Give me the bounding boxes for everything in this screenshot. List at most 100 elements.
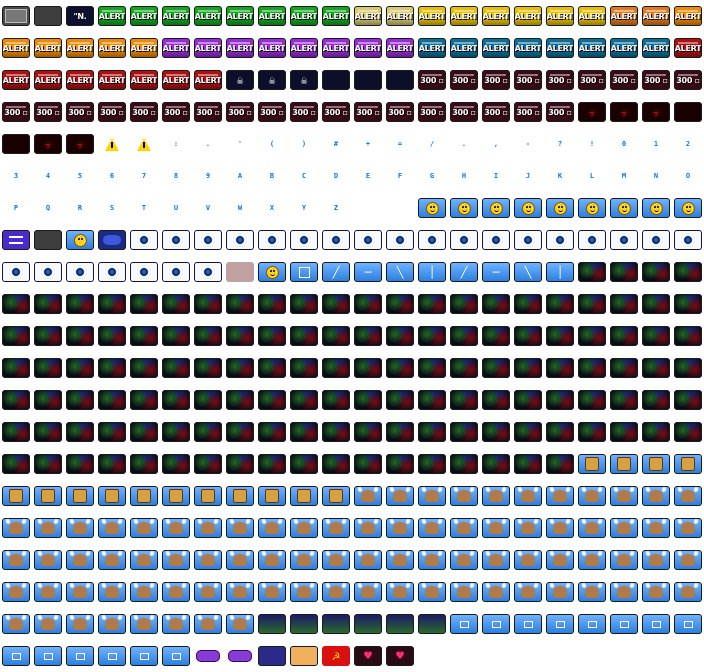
- dot-icon: [515, 615, 541, 633]
- viking-tile: [418, 582, 446, 602]
- dot-icon: [163, 647, 189, 665]
- alert-sprite: ALERT: [546, 6, 574, 26]
- static-tile: [674, 326, 702, 346]
- viking-icon: [3, 519, 29, 537]
- dark-tile: [322, 70, 350, 90]
- smiley-tile: [610, 198, 638, 218]
- highlight-stripe: [102, 106, 122, 108]
- biohazard-icon: ☣: [588, 105, 596, 119]
- direction-icon: │: [428, 265, 436, 279]
- viking-icon: [3, 615, 29, 633]
- eye-icon: [611, 231, 637, 249]
- font-glyph: 6: [109, 172, 115, 180]
- highlight-stripe: [550, 74, 570, 76]
- alert-sprite: ALERT: [2, 70, 30, 90]
- viking-tile: [226, 518, 254, 538]
- eye-icon: [483, 231, 509, 249]
- static-tile: [226, 358, 254, 378]
- alert-sprite: ALERT: [130, 6, 158, 26]
- static-tile: [546, 422, 574, 442]
- static-tile: [226, 294, 254, 314]
- alert-sprite: ALERT: [322, 38, 350, 58]
- surprised-icon: [67, 231, 93, 249]
- heart-tile: ♥: [386, 646, 414, 666]
- direction-icon: ╲: [396, 265, 404, 279]
- counter-sprite: 300 ▫: [546, 102, 574, 122]
- direction-tile: ╱: [450, 262, 478, 282]
- button-tile: [66, 646, 94, 666]
- viking-icon: [163, 519, 189, 537]
- viking-icon: [387, 551, 413, 569]
- viking-icon: [99, 551, 125, 569]
- laugh-icon: [259, 263, 285, 281]
- highlight-stripe: [486, 106, 506, 108]
- static-tile: [450, 358, 478, 378]
- static-tile: [514, 294, 542, 314]
- viking-tile: [642, 582, 670, 602]
- alert-sprite: ALERT: [450, 38, 478, 58]
- menu-tile: [2, 230, 30, 250]
- static-tile: [322, 454, 350, 474]
- eye-tile: [2, 262, 30, 282]
- direction-tile: ─: [354, 262, 382, 282]
- highlight-stripe: [262, 42, 282, 44]
- static-tile: [610, 326, 638, 346]
- button-tile: [546, 614, 574, 634]
- alert-sprite: ALERT: [514, 6, 542, 26]
- font-glyph: 3: [13, 172, 19, 180]
- viking-icon: [515, 551, 541, 569]
- counter-sprite: 300 ▫: [354, 102, 382, 122]
- viking-tile: [34, 550, 62, 570]
- highlight-stripe: [262, 106, 282, 108]
- smiley-icon: [675, 199, 701, 217]
- highlight-stripe: [422, 106, 442, 108]
- counter-sprite: 300 ▫: [2, 102, 30, 122]
- viking-icon: [611, 583, 637, 601]
- static-tile: [514, 358, 542, 378]
- alert-sprite: ALERT: [450, 6, 478, 26]
- static-tile: [290, 454, 318, 474]
- robot-tile: [130, 486, 158, 506]
- counter-sprite: 300 ▫: [642, 70, 670, 90]
- viking-icon: [355, 487, 381, 505]
- direction-tile: │: [546, 262, 574, 282]
- smiley-icon: [547, 199, 573, 217]
- counter-sprite: 300 ▫: [514, 70, 542, 90]
- static-tile: [514, 326, 542, 346]
- viking-icon: [483, 519, 509, 537]
- night-tile: [322, 614, 350, 634]
- font-glyph: M: [621, 172, 627, 180]
- viking-icon: [67, 519, 93, 537]
- viking-icon: [483, 487, 509, 505]
- static-tile: [226, 326, 254, 346]
- viking-tile: [258, 550, 286, 570]
- smiley-icon: [419, 199, 445, 217]
- direction-icon: ─: [492, 265, 500, 279]
- static-tile: [386, 294, 414, 314]
- smiley-tile: [546, 198, 574, 218]
- viking-tile: [226, 582, 254, 602]
- capsule-icon: [226, 646, 254, 666]
- static-tile: [482, 422, 510, 442]
- viking-tile: [578, 518, 606, 538]
- static-tile: [482, 390, 510, 410]
- viking-icon: [227, 519, 253, 537]
- static-tile: [258, 422, 286, 442]
- font-glyph: G: [429, 172, 435, 180]
- dot-icon: [579, 615, 605, 633]
- viking-icon: [291, 551, 317, 569]
- night-tile: [258, 614, 286, 634]
- surprised-tile: [66, 230, 94, 250]
- viking-icon: [195, 583, 221, 601]
- eye-icon: [131, 263, 157, 281]
- eye-tile: [514, 230, 542, 250]
- highlight-stripe: [646, 10, 666, 12]
- viking-tile: [546, 486, 574, 506]
- eye-tile: [290, 230, 318, 250]
- static-tile: [642, 262, 670, 282]
- static-tile: [98, 422, 126, 442]
- alert-sprite: ALERT: [194, 38, 222, 58]
- static-tile: [322, 326, 350, 346]
- highlight-stripe: [230, 10, 250, 12]
- counter-sprite: 300 ▫: [674, 70, 702, 90]
